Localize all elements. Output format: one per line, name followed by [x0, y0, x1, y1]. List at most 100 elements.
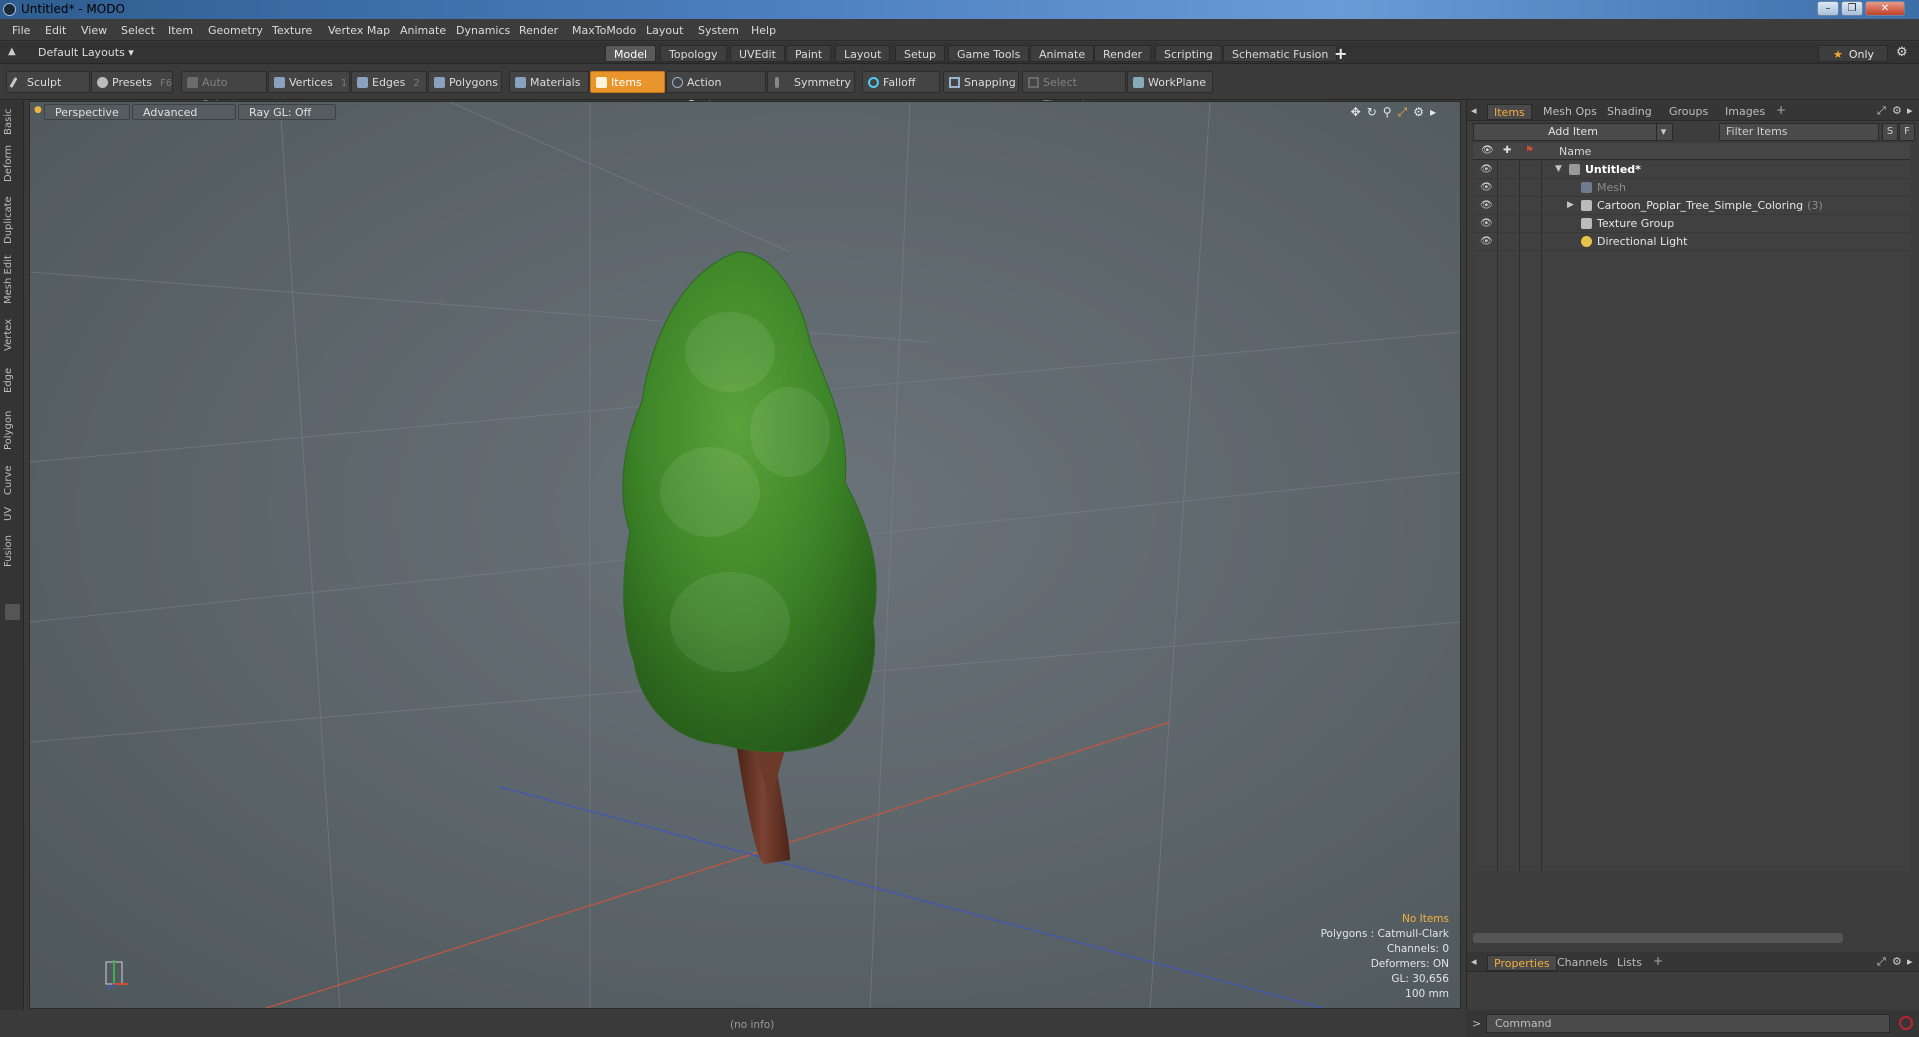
menu-select[interactable]: Select [121, 24, 155, 37]
maximize-button[interactable]: ❐ [1841, 1, 1863, 16]
add-item-dropdown-icon[interactable]: ▾ [1656, 124, 1670, 140]
tab-animate[interactable]: Animate [1030, 45, 1095, 62]
tab-model[interactable]: Model [605, 45, 657, 62]
tab-setup[interactable]: Setup [895, 45, 946, 62]
eye-icon[interactable]: 👁 [1480, 200, 1493, 211]
menu-animate[interactable]: Animate [400, 24, 446, 37]
tab-fusion[interactable]: Fusion [3, 531, 21, 571]
menu-maxtomodo[interactable]: MaxToModo [572, 24, 636, 37]
menu-help[interactable]: Help [751, 24, 776, 37]
menu-view[interactable]: View [81, 24, 107, 37]
tab-shading[interactable]: Shading [1601, 104, 1658, 120]
viewport-more-icon[interactable]: ▸ [1430, 105, 1442, 119]
menu-item[interactable]: Item [168, 24, 193, 37]
tab-paint[interactable]: Paint [786, 45, 832, 62]
tree-row-directional-light[interactable]: 👁 Directional Light [1473, 233, 1910, 251]
action-center-button[interactable]: Action Center [666, 71, 766, 111]
tab-schematic-fusion[interactable]: Schematic Fusion [1223, 45, 1338, 62]
close-button[interactable]: ✕ [1865, 1, 1905, 16]
move-view-icon[interactable]: ✥ [1351, 105, 1367, 119]
add-tab-button[interactable]: + [1776, 103, 1786, 117]
tab-mesh-ops[interactable]: Mesh Ops [1537, 104, 1603, 120]
eye-icon[interactable]: 👁 [1480, 218, 1493, 229]
tree-row-texture-group[interactable]: 👁 Texture Group [1473, 215, 1910, 233]
f-filter-button[interactable]: F [1899, 123, 1915, 141]
only-button[interactable]: ★ Only [1818, 45, 1888, 62]
snapping-button[interactable]: Snapping [943, 71, 1019, 93]
filter-items-input[interactable]: Filter Items [1719, 123, 1879, 141]
strip-toggle-button[interactable] [5, 604, 20, 620]
eye-icon[interactable]: 👁 [1480, 182, 1493, 193]
tree-row-untitled[interactable]: 👁 ▼ Untitled* [1473, 161, 1910, 179]
view-perspective-dropdown[interactable]: Perspective [44, 104, 130, 120]
menu-system[interactable]: System [698, 24, 739, 37]
tab-groups[interactable]: Groups [1663, 104, 1714, 120]
presets-button[interactable]: Presets F6 [91, 71, 173, 93]
viewport-settings-icon[interactable]: ⚙ [1413, 105, 1430, 119]
tab-uv[interactable]: UV [3, 503, 21, 525]
symmetry-button[interactable]: Symmetry [767, 71, 855, 93]
tab-properties[interactable]: Properties [1487, 955, 1557, 971]
tab-channels[interactable]: Channels [1551, 955, 1614, 971]
tab-duplicate[interactable]: Duplicate [3, 195, 21, 245]
tab-mesh-edit[interactable]: Mesh Edit [3, 253, 21, 307]
visibility-column-icon[interactable]: 👁 [1481, 145, 1494, 157]
add-properties-tab-button[interactable]: + [1653, 954, 1663, 968]
eye-icon[interactable]: 👁 [1480, 236, 1493, 247]
render-column-icon[interactable]: ⚑ [1525, 145, 1537, 157]
tab-deform[interactable]: Deform [3, 143, 21, 183]
name-column-header[interactable]: Name [1559, 145, 1591, 158]
eye-icon[interactable]: 👁 [1480, 164, 1493, 175]
tab-images[interactable]: Images [1719, 104, 1771, 120]
menu-vertex-map[interactable]: Vertex Map [328, 24, 390, 37]
tab-game-tools[interactable]: Game Tools [948, 45, 1030, 62]
lock-column-icon[interactable]: ✚ [1503, 145, 1515, 157]
3d-viewport[interactable]: ● Perspective Advanced Ray GL: Off ✥↻⚲⤢⚙… [29, 101, 1461, 1009]
add-layout-tab-button[interactable]: + [1334, 44, 1347, 63]
vertices-button[interactable]: Vertices 1 [268, 71, 350, 93]
tab-layout[interactable]: Layout [835, 45, 891, 62]
collapse-icon[interactable]: ▼ [1555, 164, 1562, 174]
panel-gear-icon[interactable]: ⚙ [1892, 104, 1902, 117]
raygl-toggle[interactable]: Ray GL: Off [238, 104, 336, 120]
tree-row-poplar-tree[interactable]: 👁 ▶ Cartoon_Poplar_Tree_Simple_Coloring(… [1473, 197, 1910, 215]
tab-render[interactable]: Render [1094, 45, 1152, 62]
tab-lists[interactable]: Lists [1611, 955, 1648, 971]
tab-edge[interactable]: Edge [3, 363, 21, 397]
polygons-button[interactable]: Polygons [428, 71, 502, 93]
tab-basic[interactable]: Basic [3, 107, 21, 137]
record-macro-icon[interactable] [1899, 1016, 1913, 1030]
tab-items[interactable]: Items [1487, 104, 1532, 120]
expand-panel-icon[interactable]: ⤢ [1877, 104, 1886, 118]
properties-gear-icon[interactable]: ⚙ [1892, 955, 1902, 968]
menu-layout[interactable]: Layout [646, 24, 683, 37]
viewport-menu-icon[interactable]: ● [34, 105, 42, 115]
tab-curve[interactable]: Curve [3, 461, 21, 499]
tab-polygon[interactable]: Polygon [3, 405, 21, 455]
items-button[interactable]: Items [590, 71, 665, 93]
sculpt-button[interactable]: Sculpt [6, 71, 90, 93]
menu-edit[interactable]: Edit [45, 24, 66, 37]
workplane-button[interactable]: WorkPlane [1127, 71, 1213, 93]
viewport-nav-icons[interactable]: ✥↻⚲⤢⚙▸ [1351, 105, 1442, 120]
pin-icon[interactable]: ▲ [8, 46, 18, 58]
add-item-button[interactable]: Add Item ▾ [1473, 123, 1673, 141]
select-through-button[interactable]: Select Through [1022, 71, 1126, 111]
gear-icon[interactable]: ⚙ [1896, 45, 1908, 60]
fit-view-icon[interactable]: ⤢ [1398, 105, 1414, 119]
tree-row-mesh[interactable]: 👁 Mesh [1473, 179, 1910, 197]
tab-uvedit[interactable]: UVEdit [730, 45, 785, 62]
expand-properties-icon[interactable]: ⤢ [1877, 955, 1886, 969]
auto-select-button[interactable]: Auto Select [181, 71, 267, 111]
properties-arrow-icon[interactable]: ▸ [1907, 955, 1913, 968]
zoom-view-icon[interactable]: ⚲ [1383, 105, 1398, 119]
materials-button[interactable]: Materials [509, 71, 589, 93]
panel-menu-icon[interactable]: ◂ [1471, 104, 1477, 117]
properties-menu-icon[interactable]: ◂ [1471, 955, 1477, 968]
expand-icon[interactable]: ▶ [1567, 200, 1574, 210]
menu-dynamics[interactable]: Dynamics [456, 24, 510, 37]
minimize-button[interactable]: – [1817, 1, 1839, 16]
menu-texture[interactable]: Texture [272, 24, 312, 37]
command-input[interactable]: Command [1486, 1014, 1890, 1033]
menu-file[interactable]: File [12, 24, 30, 37]
